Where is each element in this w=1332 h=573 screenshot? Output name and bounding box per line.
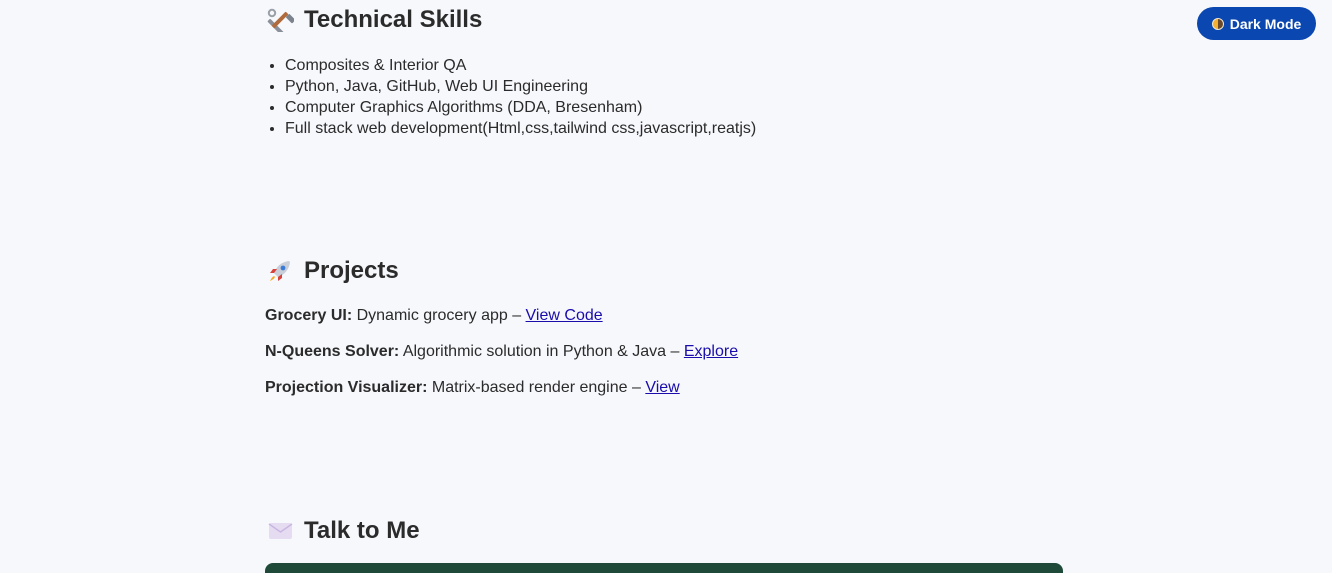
projects-heading: Projects bbox=[267, 259, 399, 283]
skill-item: Full stack web development(Html,css,tail… bbox=[285, 118, 756, 139]
contact-heading: Talk to Me bbox=[267, 519, 420, 543]
hammer-and-wrench-icon bbox=[267, 8, 294, 32]
project-name: N-Queens Solver: bbox=[265, 343, 400, 360]
dark-mode-toggle-button[interactable]: Dark Mode bbox=[1197, 7, 1316, 40]
skill-item: Python, Java, GitHub, Web UI Engineering bbox=[285, 76, 756, 97]
project-name: Projection Visualizer: bbox=[265, 379, 428, 396]
envelope-icon bbox=[268, 523, 293, 539]
rocket-icon bbox=[270, 261, 290, 281]
project-link-explore[interactable]: Explore bbox=[684, 343, 738, 360]
project-description: Dynamic grocery app – bbox=[352, 307, 526, 324]
project-item: Grocery UI: Dynamic grocery app – View C… bbox=[265, 307, 603, 325]
skills-heading: Technical Skills bbox=[267, 8, 482, 32]
skill-item: Composites & Interior QA bbox=[285, 55, 756, 76]
project-link-view[interactable]: View bbox=[645, 379, 679, 396]
project-description: Algorithmic solution in Python & Java – bbox=[399, 343, 684, 360]
skills-list: Composites & Interior QA Python, Java, G… bbox=[265, 55, 756, 139]
project-item: Projection Visualizer: Matrix-based rend… bbox=[265, 379, 680, 397]
project-item: N-Queens Solver: Algorithmic solution in… bbox=[265, 343, 738, 361]
contact-form-container bbox=[265, 563, 1063, 573]
skill-item: Computer Graphics Algorithms (DDA, Brese… bbox=[285, 97, 756, 118]
projects-title: Projects bbox=[304, 257, 399, 284]
project-link-view-code[interactable]: View Code bbox=[526, 307, 603, 324]
skills-title: Technical Skills bbox=[304, 6, 483, 33]
dark-mode-label: Dark Mode bbox=[1229, 15, 1302, 32]
project-name: Grocery UI: bbox=[265, 307, 353, 324]
half-moon-icon bbox=[1211, 17, 1224, 30]
contact-title: Talk to Me bbox=[304, 517, 420, 544]
project-description: Matrix-based render engine – bbox=[427, 379, 646, 396]
